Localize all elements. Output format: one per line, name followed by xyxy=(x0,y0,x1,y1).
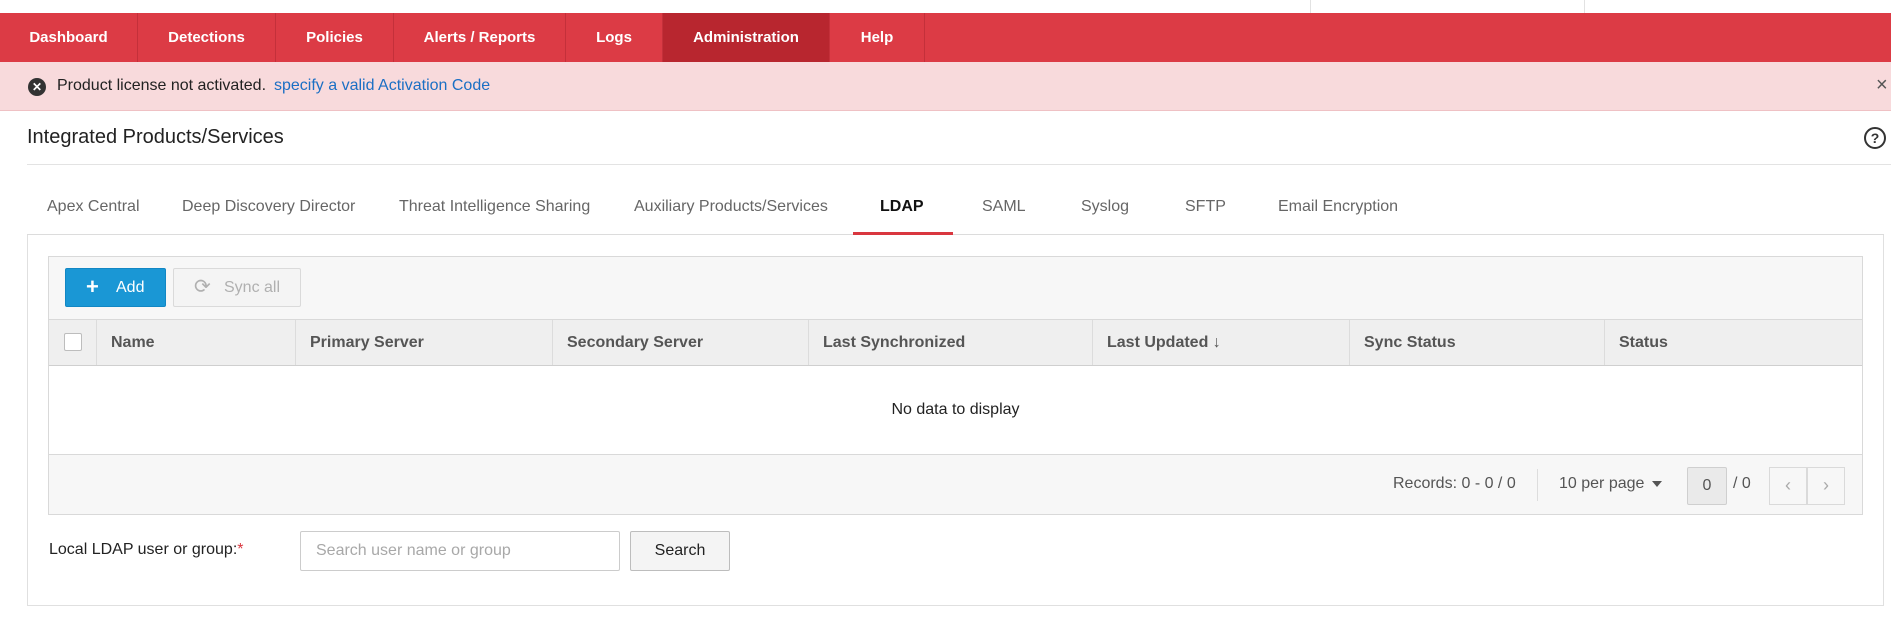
column-header-sync-status[interactable]: Sync Status xyxy=(1350,320,1605,365)
license-alert: ✕ Product license not activated. specify… xyxy=(0,62,1891,111)
ldap-grid: + Add ⟳ Sync all Name Primary Server Sec… xyxy=(48,256,1863,515)
sync-all-button[interactable]: ⟳ Sync all xyxy=(173,268,301,307)
select-all-checkbox[interactable] xyxy=(64,333,82,351)
add-button[interactable]: + Add xyxy=(65,268,166,307)
plus-icon: + xyxy=(86,274,99,299)
per-page-label: 10 per page xyxy=(1559,475,1645,492)
ldap-search-label: Local LDAP user or group:* xyxy=(49,541,244,559)
tab-email-encryption[interactable]: Email Encryption xyxy=(1278,198,1398,216)
prev-page-button[interactable]: ‹ xyxy=(1769,467,1807,505)
grid-toolbar: + Add ⟳ Sync all xyxy=(49,257,1862,319)
page-number-input[interactable]: 0 xyxy=(1687,467,1727,505)
ldap-search-label-text: Local LDAP user or group: xyxy=(49,541,238,558)
next-page-button[interactable]: › xyxy=(1807,467,1845,505)
nav-alerts-reports[interactable]: Alerts / Reports xyxy=(394,13,566,62)
tab-ldap[interactable]: LDAP xyxy=(880,198,924,216)
tab-syslog[interactable]: Syslog xyxy=(1081,198,1129,216)
sync-all-label: Sync all xyxy=(224,279,281,296)
main-navbar: Dashboard Detections Policies Alerts / R… xyxy=(0,13,1891,62)
alert-close-icon[interactable]: × xyxy=(1876,74,1888,97)
column-header-name[interactable]: Name xyxy=(97,320,296,365)
column-header-status[interactable]: Status xyxy=(1605,320,1862,365)
error-icon: ✕ xyxy=(28,78,46,96)
select-all-cell xyxy=(49,320,97,365)
table-body: No data to display xyxy=(49,366,1862,455)
title-divider xyxy=(27,164,1891,165)
activation-code-link[interactable]: specify a valid Activation Code xyxy=(274,77,490,95)
tab-deep-discovery-director[interactable]: Deep Discovery Director xyxy=(182,198,355,216)
empty-table-message: No data to display xyxy=(891,401,1020,418)
nav-detections[interactable]: Detections xyxy=(138,13,276,62)
required-marker: * xyxy=(237,541,244,558)
nav-help[interactable]: Help xyxy=(830,13,925,62)
grid-footer: Records: 0 - 0 / 0 10 per page 0 / 0 ‹ › xyxy=(49,455,1862,514)
search-button[interactable]: Search xyxy=(630,531,730,571)
tab-sftp[interactable]: SFTP xyxy=(1185,198,1226,216)
footer-divider xyxy=(1537,469,1538,501)
nav-dashboard[interactable]: Dashboard xyxy=(0,13,138,62)
column-header-last-synchronized[interactable]: Last Synchronized xyxy=(809,320,1093,365)
tab-saml[interactable]: SAML xyxy=(982,198,1026,216)
tab-apex-central[interactable]: Apex Central xyxy=(47,198,140,216)
page-total: / 0 xyxy=(1733,475,1751,492)
column-header-last-updated[interactable]: Last Updated ↓ xyxy=(1093,320,1350,365)
nav-administration[interactable]: Administration xyxy=(663,13,830,62)
help-icon[interactable]: ? xyxy=(1864,127,1886,149)
top-strip-divider xyxy=(1310,0,1311,13)
tab-auxiliary-products-services[interactable]: Auxiliary Products/Services xyxy=(634,198,828,216)
table-header: Name Primary Server Secondary Server Las… xyxy=(49,319,1862,366)
column-header-primary-server[interactable]: Primary Server xyxy=(296,320,553,365)
nav-policies[interactable]: Policies xyxy=(276,13,394,62)
top-strip-divider xyxy=(1584,0,1585,13)
caret-down-icon xyxy=(1652,480,1663,487)
column-header-secondary-server[interactable]: Secondary Server xyxy=(553,320,809,365)
refresh-icon: ⟳ xyxy=(194,276,211,298)
page-title: Integrated Products/Services xyxy=(27,126,284,148)
tab-threat-intelligence-sharing[interactable]: Threat Intelligence Sharing xyxy=(399,198,590,216)
ldap-search-input[interactable] xyxy=(300,531,620,571)
alert-message: Product license not activated. xyxy=(57,77,267,94)
per-page-select[interactable]: 10 per page xyxy=(1559,475,1663,493)
top-strip xyxy=(0,0,1891,13)
add-button-label: Add xyxy=(116,279,145,296)
records-count: Records: 0 - 0 / 0 xyxy=(1393,475,1516,492)
nav-logs[interactable]: Logs xyxy=(566,13,663,62)
